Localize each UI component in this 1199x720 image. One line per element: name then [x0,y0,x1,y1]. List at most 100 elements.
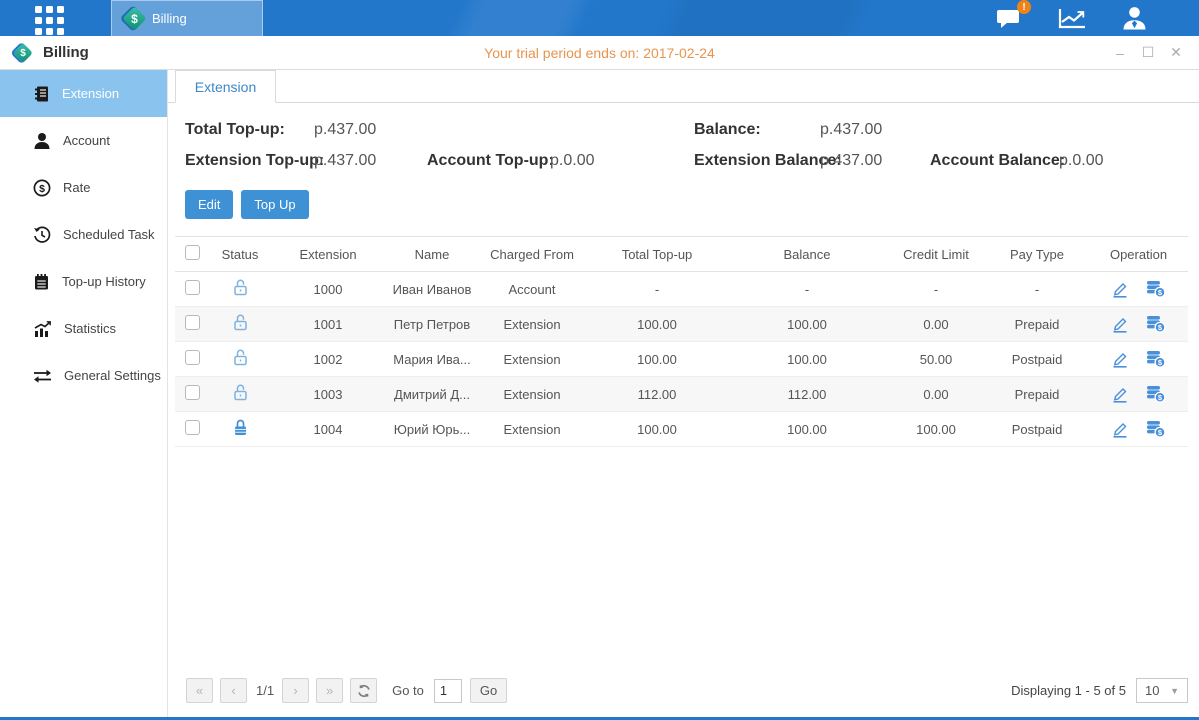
app-grid-icon[interactable] [35,6,69,40]
total-topup-cell: 100.00 [587,307,727,342]
sidebar: Extension Account $ Rate Scheduled Task … [0,70,168,717]
pay-type-cell: Postpaid [985,342,1089,377]
close-button[interactable]: ✕ [1167,44,1185,62]
credit-limit-cell: 50.00 [887,342,985,377]
window-billing-icon: $ [13,43,33,63]
sidebar-item-extension[interactable]: Extension [0,70,167,117]
row-checkbox[interactable] [185,385,200,400]
total-topup-value: p.437.00 [314,121,376,139]
extension-topup-label: Extension Top-up: [185,152,324,170]
balance-cell: 100.00 [727,307,887,342]
column-header: Operation [1089,237,1188,272]
sidebar-item-statistics[interactable]: Statistics [0,305,167,352]
first-page-button[interactable]: « [186,678,213,703]
window-title: Billing [43,44,89,61]
charged-from-cell: Extension [477,377,587,412]
goto-page-input[interactable] [434,679,462,703]
row-checkbox[interactable] [185,420,200,435]
select-all-checkbox[interactable] [185,245,200,260]
topup-button[interactable]: Top Up [241,190,308,219]
edit-row-icon[interactable] [1111,386,1129,403]
charged-from-cell: Account [477,272,587,307]
charged-from-cell: Extension [477,307,587,342]
svg-text:$: $ [39,183,45,195]
tab-strip: Extension [168,70,1199,103]
billing-app-tab[interactable]: $ Billing [111,0,263,36]
topup-row-icon[interactable]: $ [1145,420,1166,438]
account-balance-label: Account Balance: [930,152,1065,170]
balance-label: Balance: [694,121,761,139]
name-cell: Петр Петров [387,307,477,342]
sidebar-item-general-settings[interactable]: General Settings [0,352,167,399]
topup-row-icon[interactable]: $ [1145,315,1166,333]
minimize-button[interactable]: – [1111,44,1129,62]
edit-row-icon[interactable] [1111,351,1129,368]
top-bar: $ Billing ! [0,0,1199,36]
topup-row-icon[interactable]: $ [1145,280,1166,298]
main-panel: Extension Total Top-up: p.437.00 Balance… [168,70,1199,717]
topup-row-icon[interactable]: $ [1145,350,1166,368]
column-header: Credit Limit [887,237,985,272]
reports-chart-icon[interactable] [1058,7,1087,30]
row-checkbox[interactable] [185,315,200,330]
edit-row-icon[interactable] [1111,421,1129,438]
pay-type-cell: Prepaid [985,377,1089,412]
chevron-down-icon: ▼ [1170,686,1179,696]
name-cell: Иван Иванов [387,272,477,307]
extension-cell: 1004 [269,412,387,447]
sidebar-item-label: Top-up History [62,274,146,289]
edit-button[interactable]: Edit [185,190,233,219]
edit-row-icon[interactable] [1111,316,1129,333]
table-row: 1003Дмитрий Д...Extension112.00112.000.0… [175,377,1188,412]
clock-icon [33,226,51,244]
statistics-icon [33,320,52,338]
topup-row-icon[interactable]: $ [1145,385,1166,403]
sidebar-item-rate[interactable]: $ Rate [0,164,167,211]
person-icon [33,132,51,150]
credit-limit-cell: 0.00 [887,377,985,412]
charged-from-cell: Extension [477,412,587,447]
account-balance-value: p.0.00 [1059,152,1103,170]
total-topup-label: Total Top-up: [185,121,285,139]
column-header: Balance [727,237,887,272]
sidebar-item-label: Statistics [64,321,116,336]
credit-limit-cell: 0.00 [887,307,985,342]
sidebar-item-topup-history[interactable]: Top-up History [0,258,167,305]
sidebar-item-label: Extension [62,86,119,101]
table-header-row: StatusExtensionNameCharged FromTotal Top… [175,237,1188,272]
table-row: 1004Юрий Юрь...Extension100.00100.00100.… [175,412,1188,447]
extension-cell: 1002 [269,342,387,377]
row-checkbox[interactable] [185,280,200,295]
extension-cell: 1001 [269,307,387,342]
refresh-button[interactable] [350,678,377,703]
table-row: 1000Иван ИвановAccount----$ [175,272,1188,307]
sidebar-item-label: Rate [63,180,90,195]
messages-icon[interactable]: ! [996,6,1023,30]
sidebar-item-scheduled-task[interactable]: Scheduled Task [0,211,167,258]
extension-cell: 1003 [269,377,387,412]
last-page-button[interactable]: » [316,678,343,703]
column-header: Charged From [477,237,587,272]
go-button[interactable]: Go [470,678,507,703]
trial-notice: Your trial period ends on: 2017-02-24 [0,45,1199,61]
page-size-select[interactable]: 10 ▼ [1136,678,1188,703]
name-cell: Юрий Юрь... [387,412,477,447]
window-title-bar: $ Billing Your trial period ends on: 201… [0,36,1199,70]
sidebar-item-account[interactable]: Account [0,117,167,164]
total-topup-cell: 100.00 [587,342,727,377]
next-page-button[interactable]: › [282,678,309,703]
balance-cell: 100.00 [727,412,887,447]
goto-label: Go to [392,683,424,698]
user-account-icon[interactable] [1122,6,1147,30]
page-indicator: 1/1 [256,683,274,698]
maximize-button[interactable]: ☐ [1139,44,1157,62]
row-checkbox[interactable] [185,350,200,365]
prev-page-button[interactable]: ‹ [220,678,247,703]
edit-row-icon[interactable] [1111,281,1129,298]
tab-extension[interactable]: Extension [175,70,276,103]
column-header: Pay Type [985,237,1089,272]
balance-cell: 112.00 [727,377,887,412]
billing-app-tab-label: Billing [152,11,187,26]
column-header: Status [211,237,269,272]
unlocked-status-icon [232,390,249,405]
